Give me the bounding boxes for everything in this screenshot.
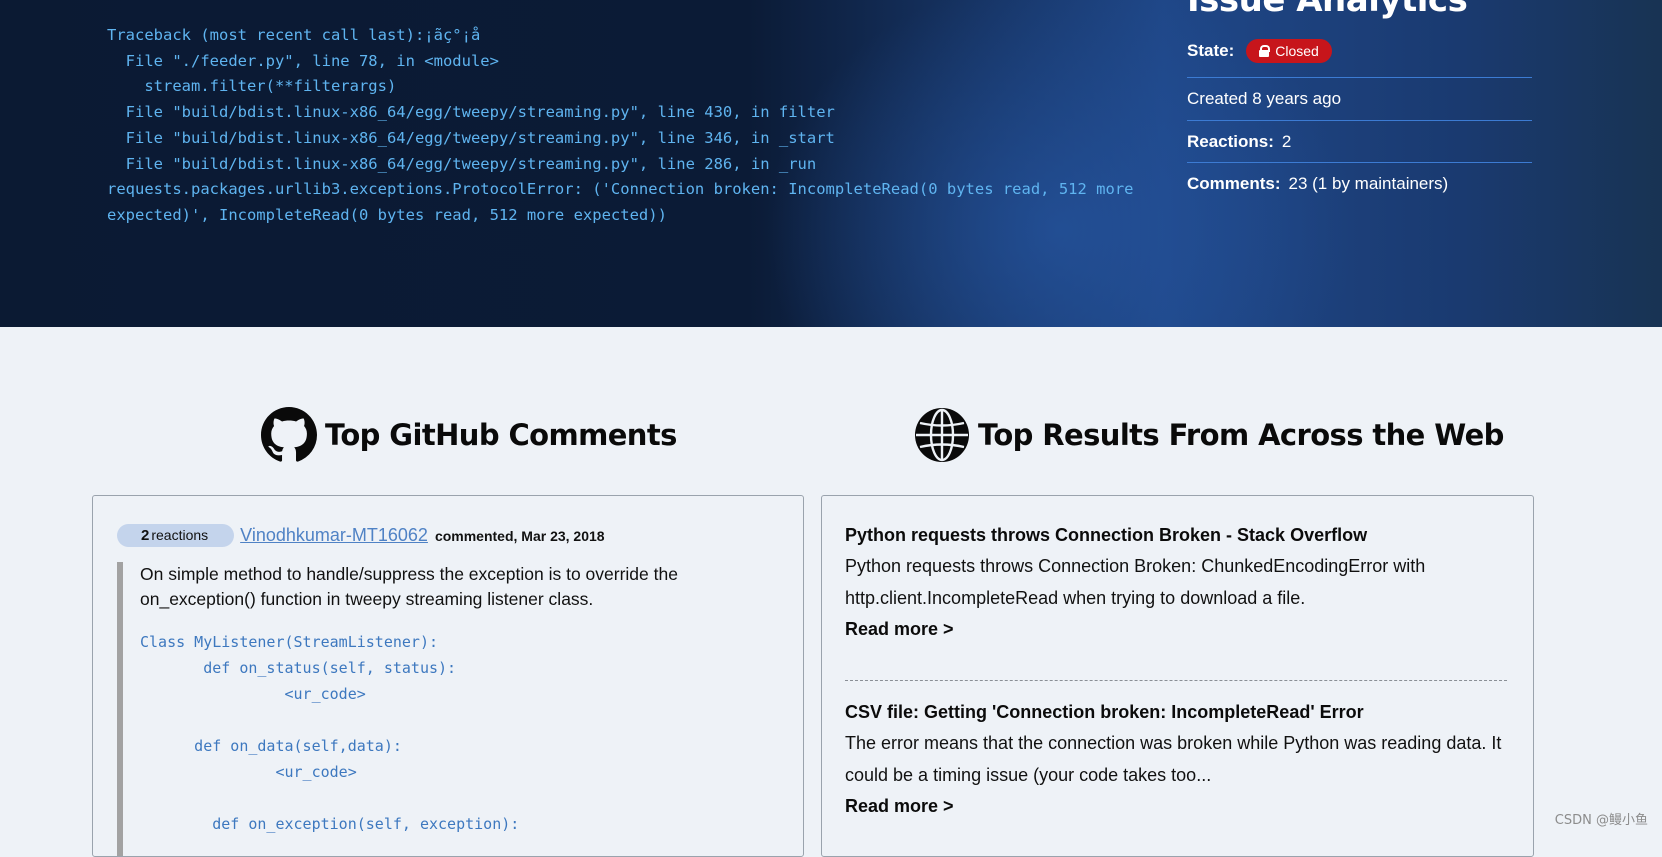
read-more-link[interactable]: Read more > [845, 791, 1509, 821]
web-results-card: Python requests throws Connection Broken… [821, 495, 1534, 857]
web-results-title: Top Results From Across the Web [978, 418, 1504, 452]
web-result-item: Python requests throws Connection Broken… [845, 522, 1509, 644]
comment-meta: 2 reactions Vinodhkumar-MT16062 commented… [117, 524, 605, 547]
reactions-label: Reactions: [1187, 132, 1274, 151]
issue-hero: Traceback (most recent call last):¡ãç°¡å… [0, 0, 1662, 327]
web-result-item: CSV file: Getting 'Connection broken: In… [845, 699, 1509, 821]
comment-date: commented, Mar 23, 2018 [434, 527, 605, 544]
github-comments-title: Top GitHub Comments [325, 418, 677, 452]
web-result-title[interactable]: Python requests throws Connection Broken… [845, 522, 1509, 548]
read-more-link[interactable]: Read more > [845, 614, 1509, 644]
github-comments-heading: Top GitHub Comments [261, 407, 677, 463]
lock-icon [1259, 45, 1271, 57]
web-results-heading: Top Results From Across the Web [914, 407, 1504, 463]
created-text: Created 8 years ago [1187, 89, 1342, 108]
comment-author-link[interactable]: Vinodhkumar-MT16062 [240, 525, 428, 546]
github-icon [261, 407, 317, 462]
comment-text: On simple method to handle/suppress the … [140, 564, 678, 609]
issue-analytics-title: Issue Analytics [1187, 0, 1468, 20]
traceback-code-block: Traceback (most recent call last):¡ãç°¡å… [107, 26, 1134, 224]
status-badge-label: Closed [1275, 43, 1319, 59]
reactions-count: 2 [141, 527, 150, 544]
comments-label: Comments: [1187, 174, 1281, 193]
reactions-pill-label: reactions [151, 527, 209, 543]
globe-icon [915, 408, 969, 462]
comment-body: On simple method to handle/suppress the … [117, 562, 780, 856]
github-comment-card: 2 reactions Vinodhkumar-MT16062 commented… [92, 495, 804, 857]
watermark: CSDN @鳗小鱼 [1554, 813, 1648, 828]
state-row: State: Closed [1187, 30, 1532, 72]
state-label: State: [1187, 41, 1235, 60]
comments-value: 23 (1 by maintainers) [1288, 174, 1449, 193]
web-result-snippet: Python requests throws Connection Broken… [845, 556, 1426, 608]
web-result-title[interactable]: CSV file: Getting 'Connection broken: In… [845, 699, 1509, 725]
result-divider [845, 680, 1507, 681]
reactions-pill: 2 reactions [117, 524, 235, 547]
created-row: Created 8 years ago [1187, 77, 1532, 120]
comment-code-block: Class MyListener(StreamListener): def on… [140, 633, 520, 833]
reactions-value: 2 [1281, 132, 1292, 151]
comments-row: Comments: 23 (1 by maintainers) [1187, 162, 1532, 205]
closed-status-badge: Closed [1246, 39, 1332, 63]
reactions-row: Reactions: 2 [1187, 120, 1532, 163]
web-result-snippet: The error means that the connection was … [845, 733, 1502, 785]
